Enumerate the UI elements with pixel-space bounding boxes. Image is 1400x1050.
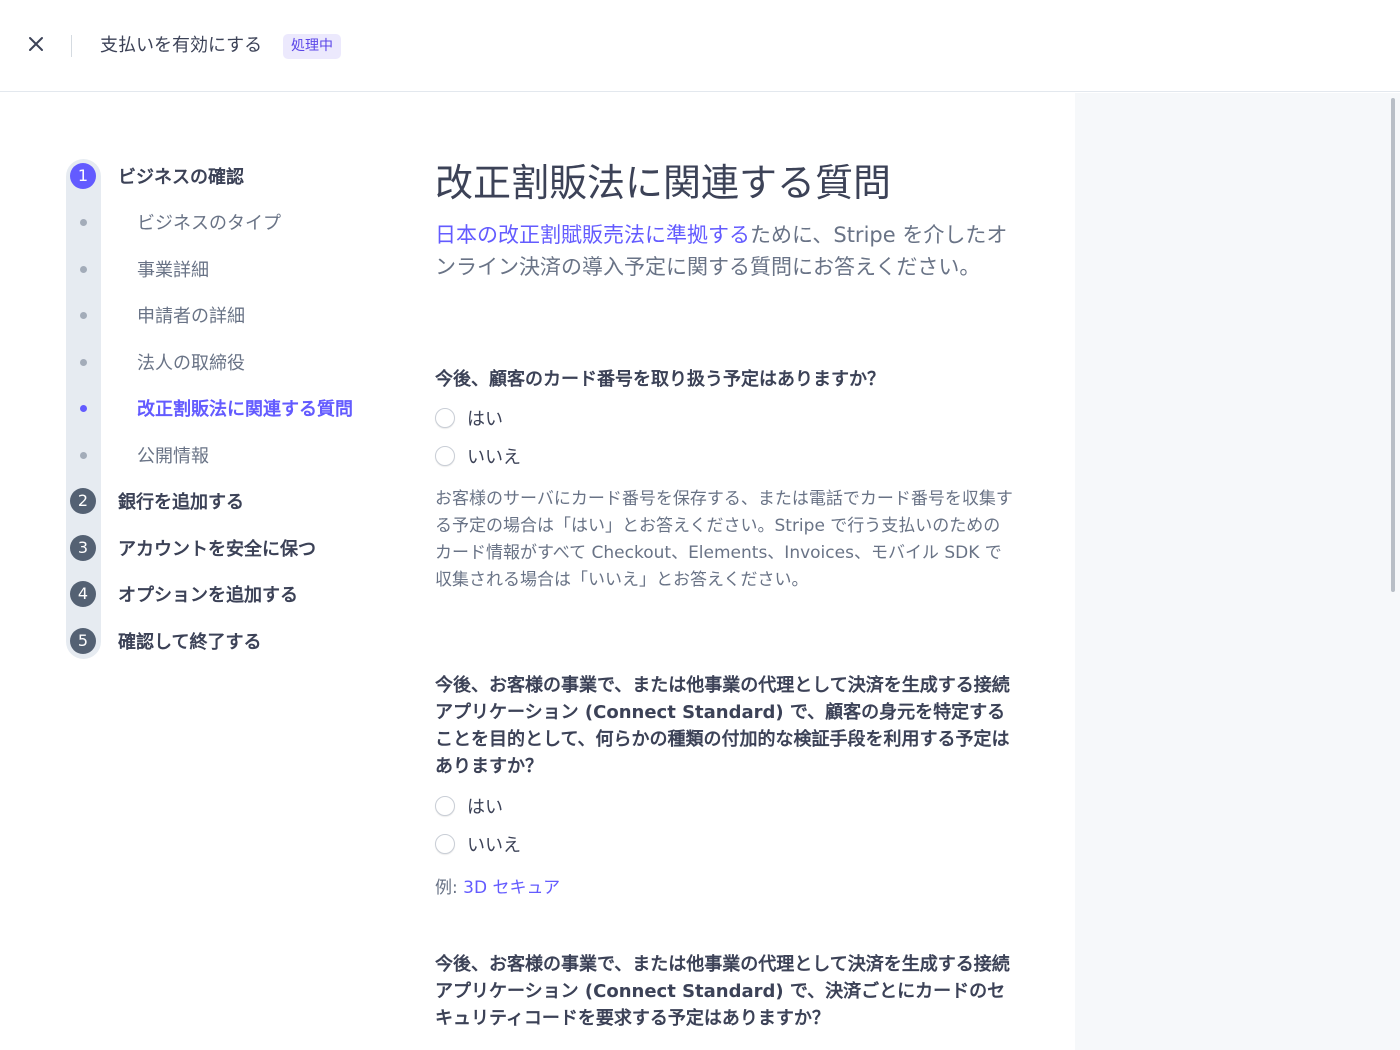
radio-button[interactable] xyxy=(435,408,455,428)
installment-act-link[interactable]: 日本の改正割賦販売法に準拠する xyxy=(435,223,750,247)
substep-dot xyxy=(80,311,87,319)
page-header-title: 支払いを有効にする xyxy=(100,35,263,56)
radio-label: はい xyxy=(467,409,503,430)
page-title: 改正割販法に関連する質問 xyxy=(435,161,892,205)
step-number: 3 xyxy=(70,535,96,561)
header-divider xyxy=(71,35,72,57)
status-badge: 処理中 xyxy=(283,34,341,59)
substep-label: 公開情報 xyxy=(137,446,209,467)
question-card-numbers: 今後、顧客のカード番号を取り扱う予定はありますか？ xyxy=(435,369,885,390)
substep-label: 法人の取締役 xyxy=(137,353,245,374)
substep-dot xyxy=(80,451,87,459)
step-number: 1 xyxy=(70,163,96,189)
step-label: オプションを追加する xyxy=(118,585,298,606)
top-bar: 支払いを有効にする 処理中 xyxy=(0,0,1400,92)
substep-dot xyxy=(80,265,87,273)
substep-label: 申請者の詳細 xyxy=(137,306,245,327)
substep-dot-active xyxy=(80,404,87,412)
main-content: 改正割販法に関連する質問 日本の改正割賦販売法に準拠するために、Stripe を… xyxy=(435,155,1015,1029)
radio-option-yes[interactable]: はい xyxy=(435,405,503,431)
3d-secure-link[interactable]: 3D セキュア xyxy=(463,878,560,898)
step-number: 2 xyxy=(70,488,96,514)
substep-label: 事業詳細 xyxy=(137,260,209,281)
substep-dot xyxy=(80,358,87,366)
radio-button[interactable] xyxy=(435,796,455,816)
help-text: お客様のサーバにカード番号を保存する、または電話でカード番号を収集する予定の場合… xyxy=(435,489,1013,590)
radio-label: はい xyxy=(467,797,503,818)
help-text: 例: 3D セキュア xyxy=(435,875,1015,902)
step-label: ビジネスの確認 xyxy=(118,167,244,188)
substep-dot xyxy=(80,218,87,226)
step-number: 5 xyxy=(70,628,96,654)
help-prefix: 例: xyxy=(435,878,464,898)
question-additional-verification: 今後、お客様の事業で、または他事業の代理として決済を生成する接続アプリケーション… xyxy=(435,675,1010,777)
step-label: 銀行を追加する xyxy=(118,492,244,513)
substep-label: ビジネスのタイプ xyxy=(137,213,281,234)
close-button[interactable] xyxy=(22,32,50,60)
close-icon xyxy=(28,36,44,56)
step-label: アカウントを安全に保つ xyxy=(118,539,316,560)
substep-label-active: 改正割販法に関連する質問 xyxy=(137,399,353,420)
radio-label: いいえ xyxy=(467,447,521,468)
side-panel xyxy=(1075,93,1400,1050)
intro-text: 日本の改正割賦販売法に準拠するために、Stripe を介したオンライン決済の導入… xyxy=(435,219,1010,283)
radio-button[interactable] xyxy=(435,834,455,854)
question-security-code: 今後、お客様の事業で、または他事業の代理として決済を生成する接続アプリケーション… xyxy=(435,954,1010,1029)
step-label: 確認して終了する xyxy=(118,632,262,653)
radio-label: いいえ xyxy=(467,835,521,856)
radio-option-no[interactable]: いいえ xyxy=(435,831,521,857)
radio-option-no[interactable]: いいえ xyxy=(435,443,521,469)
radio-button[interactable] xyxy=(435,446,455,466)
step-number: 4 xyxy=(70,581,96,607)
scrollbar[interactable] xyxy=(1391,98,1395,592)
radio-option-yes[interactable]: はい xyxy=(435,793,503,819)
